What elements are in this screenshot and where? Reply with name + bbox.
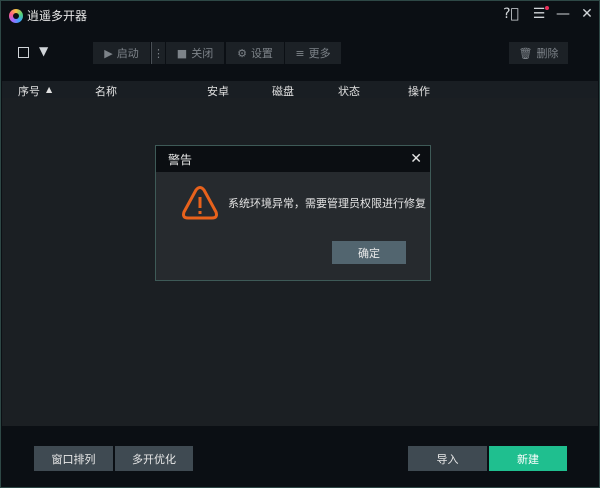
column-disk[interactable]: 磁盘 — [272, 83, 294, 99]
warning-dialog: 警告 ✕ 系统环境异常，需要管理员权限进行修复 确定 — [155, 145, 431, 281]
title-bar: 逍遥多开器 — [9, 7, 87, 24]
optimize-button[interactable]: 多开优化 — [115, 446, 193, 471]
import-button[interactable]: 导入 — [408, 446, 487, 471]
play-icon: ▶ — [104, 46, 113, 60]
close-button[interactable]: ■ 关闭 — [166, 42, 224, 64]
dialog-title: 警告 — [168, 152, 193, 167]
start-button[interactable]: ▶ 启动 — [93, 42, 150, 64]
app-window: 逍遥多开器 ?⃝ ☰ — ✕ ▼ ▶ 启动 ⋮ ■ 关闭 ⚙ 设置 ≡ 更多 🗑 删除 序… — [0, 0, 600, 488]
dialog-message: 系统环境异常，需要管理员权限进行修复 — [228, 197, 426, 210]
menu-icon[interactable]: ☰ — [531, 6, 549, 22]
warning-icon — [182, 186, 218, 220]
create-button[interactable]: 新建 — [489, 446, 567, 471]
help-icon[interactable]: ?⃝ — [503, 6, 519, 22]
table-header: 序号 ▲ 名称 安卓 磁盘 状态 操作 — [2, 81, 598, 98]
arrange-windows-button[interactable]: 窗口排列 — [34, 446, 113, 471]
sort-asc-icon[interactable]: ▲ — [46, 85, 52, 94]
more-button[interactable]: ≡ 更多 — [285, 42, 341, 64]
app-logo-icon — [9, 8, 23, 23]
delete-button[interactable]: 🗑 删除 — [509, 42, 568, 64]
column-status[interactable]: 状态 — [338, 83, 360, 99]
close-window-icon[interactable]: ✕ — [579, 6, 595, 22]
column-index[interactable]: 序号 — [18, 83, 40, 99]
minimize-icon[interactable]: — — [555, 6, 571, 22]
column-android[interactable]: 安卓 — [207, 83, 229, 99]
select-all-checkbox[interactable] — [18, 47, 29, 58]
ok-button[interactable]: 确定 — [332, 241, 406, 264]
app-title: 逍遥多开器 — [27, 9, 88, 23]
column-actions[interactable]: 操作 — [408, 83, 430, 99]
close-icon[interactable]: ✕ — [410, 151, 422, 167]
dialog-header: 警告 ✕ — [156, 146, 430, 172]
stop-icon: ■ — [176, 46, 188, 60]
settings-button[interactable]: ⚙ 设置 — [226, 42, 284, 64]
start-options-button[interactable]: ⋮ — [151, 42, 165, 64]
column-name[interactable]: 名称 — [95, 83, 117, 99]
list-icon: ≡ — [295, 46, 305, 60]
gear-icon: ⚙ — [237, 46, 247, 60]
trash-icon: 🗑 — [518, 46, 533, 60]
filter-icon[interactable]: ▼ — [39, 44, 48, 58]
